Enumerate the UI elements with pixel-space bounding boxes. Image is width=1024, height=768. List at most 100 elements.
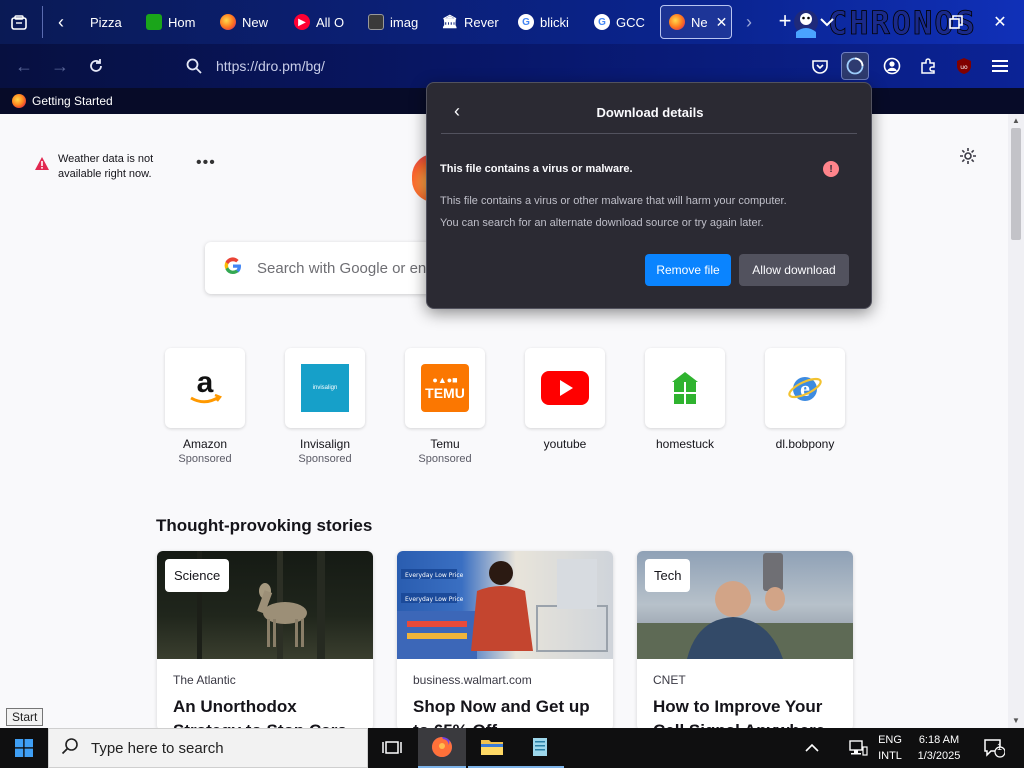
language-code: ENG (878, 734, 902, 746)
tab-divider (42, 6, 43, 38)
top-site-temu[interactable]: ●▲●■ TEMU Temu Sponsored (400, 348, 490, 465)
top-site-youtube[interactable]: youtube (520, 348, 610, 451)
youtube-icon (525, 348, 605, 428)
weather-widget: Weather data is not available right now. (34, 152, 168, 182)
taskbar-firefox[interactable] (418, 728, 466, 768)
top-site-name: Invisalign (299, 437, 351, 451)
remove-file-button[interactable]: Remove file (645, 254, 731, 286)
scroll-down-icon[interactable]: ▼ (1011, 716, 1021, 726)
close-tab-icon[interactable]: ✕ (716, 14, 728, 31)
top-site-name: homestuck (655, 437, 715, 451)
scroll-up-icon[interactable]: ▲ (1011, 116, 1021, 126)
invisalign-icon: invisalign (285, 348, 365, 428)
story-title: Shop Now and Get up to 65% Off (413, 697, 590, 728)
top-site-name: Temu (430, 437, 460, 451)
hamburger-menu-icon[interactable] (986, 52, 1014, 80)
tab-pizza[interactable]: Pizza (74, 5, 138, 39)
tab-reverse[interactable]: 🏛 Rever (434, 5, 500, 39)
bookmark-label: Getting Started (32, 94, 113, 108)
top-site-homestuck[interactable]: homestuck (640, 348, 730, 451)
clock-date: 1/3/2025 (917, 750, 961, 762)
search-input[interactable]: Search with Google or en (205, 242, 440, 294)
bookmark-getting-started[interactable]: Getting Started (12, 94, 113, 108)
tab-title: Rever (464, 14, 499, 30)
tab-title: Hom (168, 14, 196, 30)
story-category-badge: Tech (645, 559, 691, 592)
malware-advice: You can search for an alternate download… (440, 217, 764, 229)
temu-logo-text: TEMU (425, 385, 465, 401)
system-clock[interactable]: 6:18 AM 1/3/2025 (912, 732, 966, 764)
downloads-button[interactable] (841, 52, 869, 80)
taskbar-file-explorer[interactable] (468, 728, 516, 768)
scroll-thumb[interactable] (1011, 128, 1021, 240)
tab-title: imag (390, 14, 419, 30)
close-window-icon[interactable]: ✕ (986, 8, 1014, 36)
taskbar-search-input[interactable]: Type here to search (48, 728, 368, 768)
tab-new-tab[interactable]: New (212, 5, 278, 39)
input-language-indicator[interactable]: ENG INTL (870, 732, 910, 764)
svg-text:a: a (197, 370, 214, 399)
top-site-amazon[interactable]: a Amazon Sponsored (160, 348, 250, 465)
tab-title: GCC (616, 14, 645, 30)
tab-image[interactable]: imag (360, 5, 426, 39)
temu-glyphs: ●▲●■ (432, 375, 458, 385)
notification-center-icon[interactable]: 1 (978, 728, 1010, 768)
tab-youtube[interactable]: ▶ All O (286, 5, 352, 39)
url-bar[interactable]: https://dro.pm/bg/ (176, 50, 796, 82)
taskbar-notepad[interactable] (516, 728, 564, 768)
tab-google-2[interactable]: G GCC (586, 5, 652, 39)
homestuck-icon (645, 348, 725, 428)
task-view-icon[interactable] (368, 728, 416, 768)
panel-divider (441, 133, 857, 134)
tab-scroll-right-icon[interactable]: › (738, 10, 760, 34)
story-card[interactable]: Science The Atlantic An Unorthodox Strat… (157, 551, 373, 728)
story-source: The Atlantic (173, 673, 236, 687)
invisalign-logo-text: invisalign (301, 364, 349, 412)
tab-active[interactable]: Ne ✕ (660, 5, 732, 39)
restore-window-icon[interactable] (942, 8, 970, 36)
back-button[interactable]: ← (10, 52, 38, 80)
firefox-icon (669, 14, 685, 30)
story-title: How to Improve Your Cell Signal Anywhere… (653, 697, 825, 728)
extensions-icon[interactable] (914, 52, 942, 80)
windows-taskbar: Type here to search ENG INTL 6:18 AM 1/3… (0, 728, 1024, 768)
story-card[interactable]: Everyday Low Price Everyday Low Price bu… (397, 551, 613, 728)
tab-homestuck[interactable]: Hom (138, 5, 202, 39)
tab-title: Ne (691, 14, 708, 30)
story-source: business.walmart.com (413, 673, 532, 687)
sponsored-label: Sponsored (298, 453, 352, 465)
google-icon: G (594, 14, 610, 30)
pocket-icon[interactable] (806, 52, 834, 80)
top-site-name: Amazon (182, 437, 228, 451)
tab-scroll-left-icon[interactable]: ‹ (50, 10, 72, 34)
reload-button[interactable] (82, 52, 110, 80)
network-icon[interactable] (844, 728, 872, 768)
museum-icon: 🏛 (441, 14, 459, 29)
top-site-dl-bobpony[interactable]: e dl.bobpony (760, 348, 850, 451)
gear-icon[interactable] (958, 146, 978, 166)
google-icon: G (518, 14, 534, 30)
story-card[interactable]: Tech CNET How to Improve Your Cell Signa… (637, 551, 853, 728)
story-source: CNET (653, 673, 686, 687)
svg-text:uo: uo (960, 64, 968, 71)
stories-heading: Thought-provoking stories (156, 516, 373, 535)
tab-list-dropdown-icon[interactable] (816, 10, 838, 34)
forward-button[interactable]: → (46, 52, 74, 80)
show-hidden-icons-chevron-icon[interactable] (798, 728, 826, 768)
tab-title: All O (316, 14, 345, 30)
weather-options-icon[interactable]: ••• (196, 154, 216, 172)
allow-download-button[interactable]: Allow download (739, 254, 849, 286)
firefox-view-icon[interactable] (6, 10, 32, 36)
svg-text:Everyday Low Price: Everyday Low Price (405, 596, 464, 603)
warning-icon (35, 157, 49, 170)
start-button[interactable] (0, 728, 48, 768)
internet-explorer-icon: e (765, 348, 845, 428)
taskbar-search-placeholder: Type here to search (91, 739, 224, 757)
account-icon[interactable] (878, 52, 906, 80)
ublock-origin-icon[interactable]: uo (950, 52, 978, 80)
tab-google-1[interactable]: G blicki (510, 5, 576, 39)
firefox-icon (12, 94, 26, 108)
google-icon (223, 256, 243, 281)
top-site-invisalign[interactable]: invisalign Invisalign Sponsored (280, 348, 370, 465)
page-scrollbar[interactable]: ▲ ▼ (1008, 114, 1024, 728)
